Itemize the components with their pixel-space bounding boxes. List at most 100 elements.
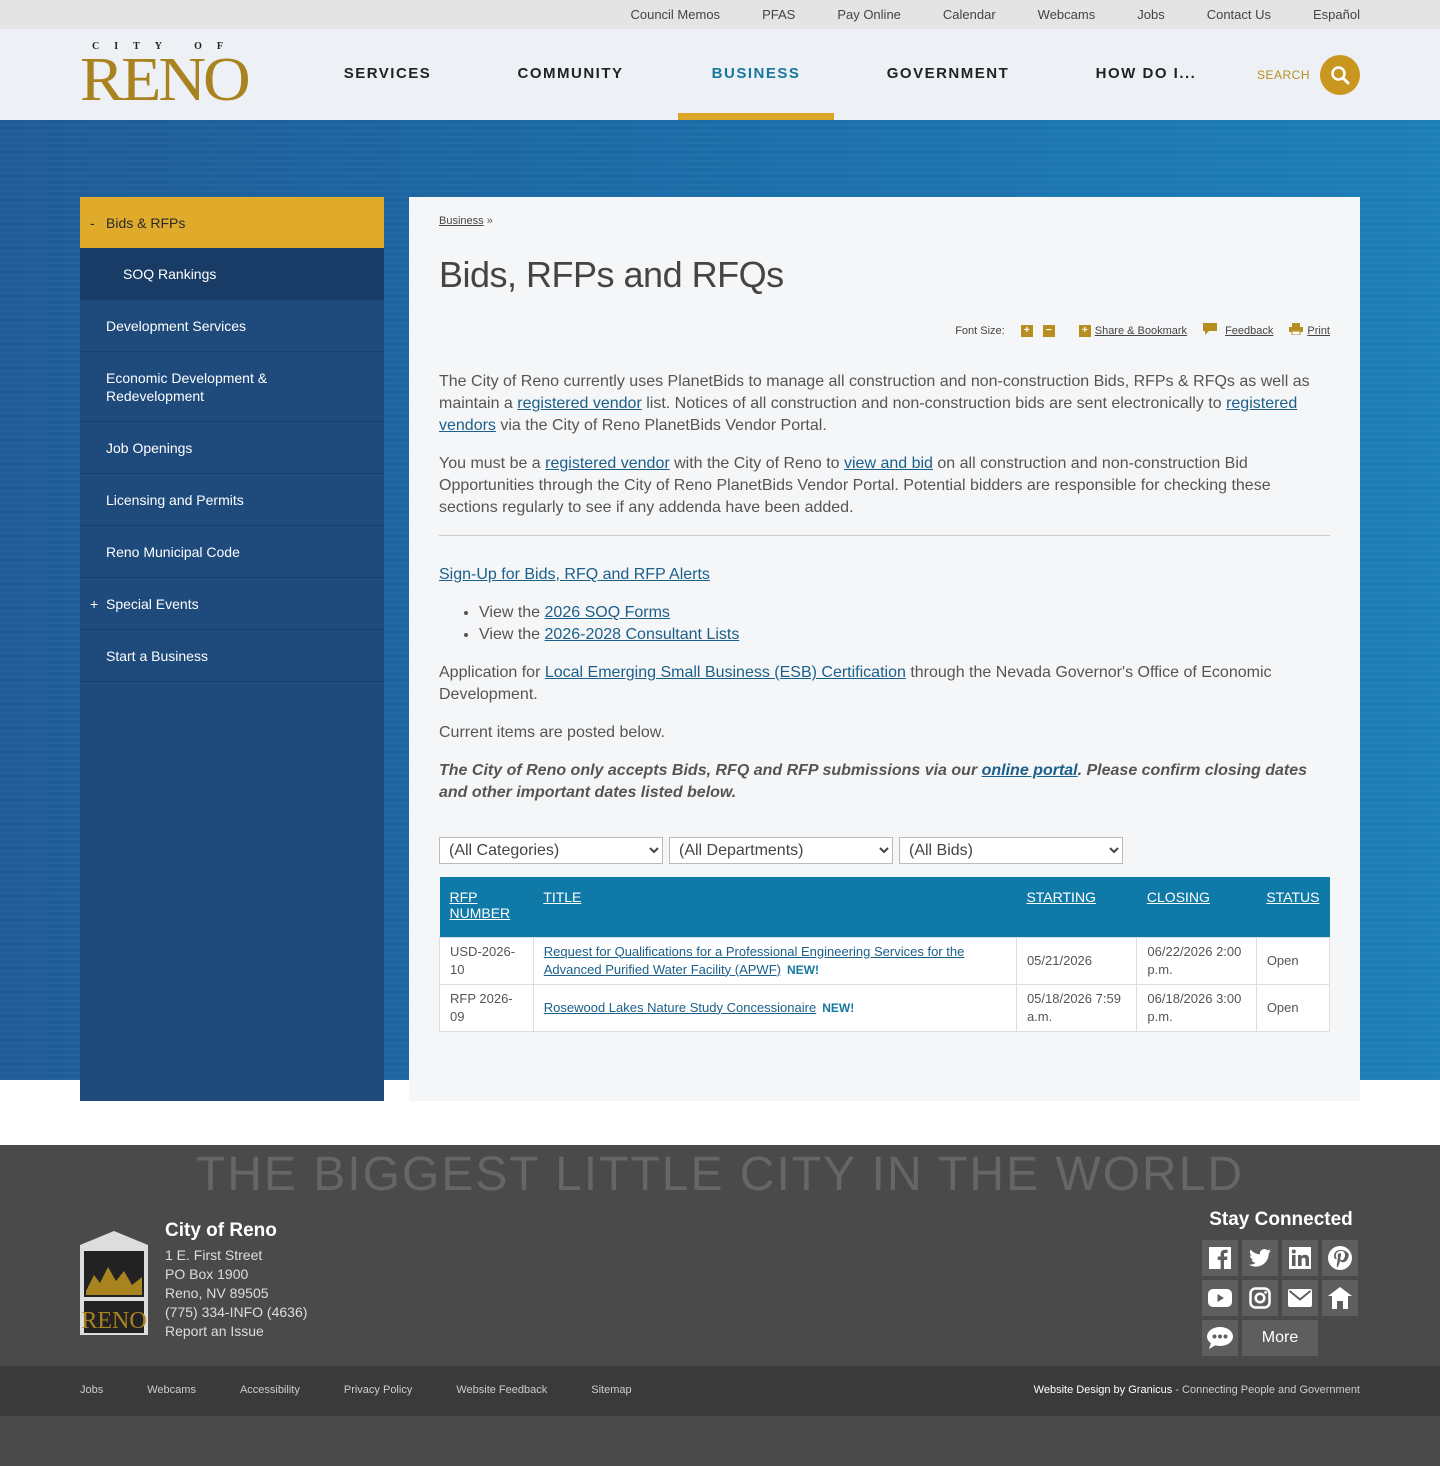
breadcrumb-separator: » [486, 215, 493, 227]
sidebar-item-bids-rfps[interactable]: - Bids & RFPs [80, 197, 384, 248]
sidebar-item-label: Bids & RFPs [106, 214, 186, 231]
search[interactable]: SEARCH [1257, 55, 1360, 95]
breadcrumb-business[interactable]: Business [439, 215, 484, 227]
cell-closing: 06/18/2026 3:00 p.m. [1136, 983, 1257, 1032]
column-header-title[interactable]: TITLE [533, 877, 1017, 937]
font-increase-icon[interactable]: + [1020, 324, 1033, 337]
page-tools: Font Size: + − + Share & Bookmark Feedba… [955, 323, 1330, 338]
footer-credit: Website Design by Granicus - Connecting … [1034, 1384, 1360, 1396]
bid-title-link[interactable]: Request for Qualifications for a Profess… [544, 944, 965, 977]
credit-text: - Connecting People and Government [1172, 1384, 1360, 1396]
collapse-icon[interactable]: - [90, 215, 95, 231]
list-item: View the 2026 SOQ Forms [479, 602, 1330, 624]
nav-how-do-i[interactable]: HOW DO I... [1068, 29, 1224, 120]
esb-certification-link[interactable]: Local Emerging Small Business (ESB) Cert… [545, 664, 906, 681]
expand-icon[interactable]: + [90, 596, 98, 612]
footer-phone[interactable]: (775) 334-INFO (4636) [165, 1303, 307, 1322]
utility-link-webcams[interactable]: Webcams [1038, 7, 1096, 22]
column-header-starting[interactable]: STARTING [1016, 877, 1137, 937]
footer-links: Jobs Webcams Accessibility Privacy Polic… [80, 1384, 676, 1396]
footer-link-jobs[interactable]: Jobs [80, 1384, 103, 1396]
utility-nav: Council Memos PFAS Pay Online Calendar W… [588, 7, 1360, 22]
bid-filters: (All Categories) (All Departments) (All … [439, 837, 1123, 864]
facebook-icon[interactable] [1202, 1240, 1238, 1276]
sidebar-item-licensing-permits[interactable]: Licensing and Permits [80, 474, 384, 526]
share-icon: + [1078, 324, 1091, 337]
print-link[interactable]: Print [1307, 325, 1330, 337]
linkedin-icon[interactable] [1282, 1240, 1318, 1276]
column-header-status[interactable]: STATUS [1256, 877, 1330, 937]
feedback-icon [1203, 323, 1218, 338]
nav-government[interactable]: GOVERNMENT [868, 29, 1028, 120]
nextdoor-icon[interactable] [1322, 1280, 1358, 1316]
sidebar-item-economic-development[interactable]: Economic Development & Redevelopment [80, 352, 384, 422]
granicus-link[interactable]: Website Design by Granicus [1034, 1384, 1173, 1396]
utility-bar: Council Memos PFAS Pay Online Calendar W… [0, 0, 1440, 29]
footer-link-webcams[interactable]: Webcams [147, 1384, 196, 1396]
svg-text:RENO: RENO [81, 1308, 146, 1334]
search-icon[interactable] [1320, 55, 1360, 95]
nav-services[interactable]: SERVICES [300, 29, 475, 120]
column-header-closing[interactable]: CLOSING [1136, 877, 1257, 937]
utility-link-calendar[interactable]: Calendar [943, 7, 996, 22]
footer-link-accessibility[interactable]: Accessibility [240, 1384, 300, 1396]
signup-alerts-link[interactable]: Sign-Up for Bids, RFQ and RFP Alerts [439, 566, 710, 583]
youtube-icon[interactable] [1202, 1280, 1238, 1316]
social-links: Stay Connected More [1202, 1209, 1360, 1356]
sidebar-item-job-openings[interactable]: Job Openings [80, 422, 384, 474]
chat-icon[interactable] [1202, 1320, 1238, 1356]
department-select[interactable]: (All Departments) [669, 837, 893, 864]
registered-vendor-link[interactable]: registered vendor [517, 395, 642, 412]
city-logo[interactable]: CITY OF RENO [80, 41, 251, 111]
share-bookmark-link[interactable]: Share & Bookmark [1095, 325, 1187, 337]
twitter-icon[interactable] [1242, 1240, 1278, 1276]
divider [439, 535, 1330, 536]
sidebar-item-start-a-business[interactable]: Start a Business [80, 630, 384, 682]
cell-title: Rosewood Lakes Nature Study Concessionai… [532, 983, 1017, 1032]
sidebar-item-soq-rankings[interactable]: SOQ Rankings [80, 248, 384, 300]
footer-link-website-feedback[interactable]: Website Feedback [456, 1384, 547, 1396]
registered-vendor-link-2[interactable]: registered vendor [545, 455, 670, 472]
utility-link-contact-us[interactable]: Contact Us [1207, 7, 1271, 22]
sidebar-item-label: Job Openings [106, 439, 193, 456]
footer-link-privacy-policy[interactable]: Privacy Policy [344, 1384, 412, 1396]
footer-link-sitemap[interactable]: Sitemap [591, 1384, 631, 1396]
current-items-paragraph: Current items are posted below. [439, 724, 665, 741]
sidebar-item-special-events[interactable]: + Special Events [80, 578, 384, 630]
soq-forms-link[interactable]: 2026 SOQ Forms [545, 604, 670, 621]
feedback-link[interactable]: Feedback [1225, 325, 1273, 337]
utility-link-espanol[interactable]: Español [1313, 7, 1360, 22]
nav-community[interactable]: COMMUNITY [492, 29, 649, 120]
nav-business[interactable]: BUSINESS [678, 29, 834, 120]
utility-link-council-memos[interactable]: Council Memos [630, 7, 720, 22]
print-icon [1289, 323, 1304, 338]
cell-closing: 06/22/2026 2:00 p.m. [1136, 936, 1257, 985]
category-select[interactable]: (All Categories) [439, 837, 663, 864]
bid-title-link[interactable]: Rosewood Lakes Nature Study Concessionai… [544, 1000, 816, 1015]
cell-status: Open [1255, 936, 1331, 985]
utility-link-jobs[interactable]: Jobs [1137, 7, 1164, 22]
more-social-button[interactable]: More [1242, 1320, 1318, 1356]
bids-select[interactable]: (All Bids) [899, 837, 1123, 864]
email-icon[interactable] [1282, 1280, 1318, 1316]
table-row: RFP 2026-09 Rosewood Lakes Nature Study … [439, 983, 1331, 1032]
sidebar-item-label: Licensing and Permits [106, 491, 244, 508]
online-portal-link[interactable]: online portal [982, 762, 1078, 779]
submission-note: The City of Reno only accepts Bids, RFQ … [439, 762, 1308, 801]
footer-address-line: 1 E. First Street [165, 1247, 263, 1263]
logo-reno: RENO [80, 44, 251, 115]
view-and-bid-link[interactable]: view and bid [844, 455, 933, 472]
column-header-rfp[interactable]: RFP NUMBER [439, 877, 534, 937]
table-header-row: RFP NUMBER TITLE STARTING CLOSING STATUS [439, 877, 1330, 937]
city-seal-icon[interactable]: RENO [80, 1231, 148, 1335]
font-decrease-icon[interactable]: − [1042, 324, 1055, 337]
sidebar-item-reno-municipal-code[interactable]: Reno Municipal Code [80, 526, 384, 578]
footer-org-name: City of Reno [165, 1220, 277, 1241]
report-issue-link[interactable]: Report an Issue [165, 1322, 307, 1341]
consultant-lists-link[interactable]: 2026-2028 Consultant Lists [545, 626, 740, 643]
instagram-icon[interactable] [1242, 1280, 1278, 1316]
sidebar-item-development-services[interactable]: Development Services [80, 300, 384, 352]
utility-link-pay-online[interactable]: Pay Online [837, 7, 901, 22]
utility-link-pfas[interactable]: PFAS [762, 7, 795, 22]
pinterest-icon[interactable] [1322, 1240, 1358, 1276]
